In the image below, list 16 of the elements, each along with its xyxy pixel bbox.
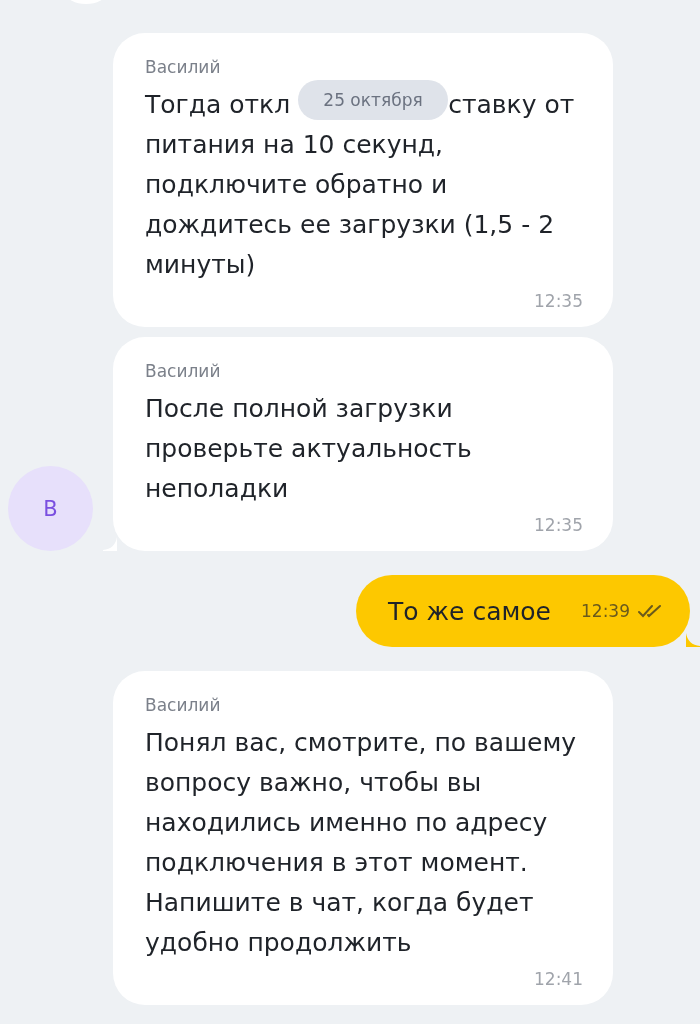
- avatar[interactable]: В: [8, 466, 93, 551]
- message-text: питания на 10 секунд, подключите обратно и дождитесь ее загрузки (1,5 - 2 минуты): [145, 129, 556, 281]
- message-time: 12:35: [533, 515, 583, 535]
- message-time: 12:39: [581, 601, 630, 621]
- message-text: Понял вас, смотрите, по вашему вопросу важно, чтобы вы находились именно по адресу подключения в этот момент. Напишите в чат, когда будет удобно продолжить: [145, 727, 578, 959]
- message-time: 12:41: [533, 969, 583, 989]
- message-text: ставку от: [448, 89, 575, 121]
- message-time: 12:35: [533, 291, 583, 311]
- bubble-tail: [686, 633, 700, 647]
- message-text: То же самое: [388, 596, 551, 626]
- message-text: После полной загрузки проверьте актуальность неполадки: [145, 393, 473, 505]
- message-text: Тогда откл: [145, 89, 291, 121]
- date-badge: 25 октября: [298, 80, 448, 120]
- sender-name: Василий: [145, 695, 222, 715]
- sender-name: Василий: [145, 57, 222, 77]
- sender-name: Василий: [145, 361, 222, 381]
